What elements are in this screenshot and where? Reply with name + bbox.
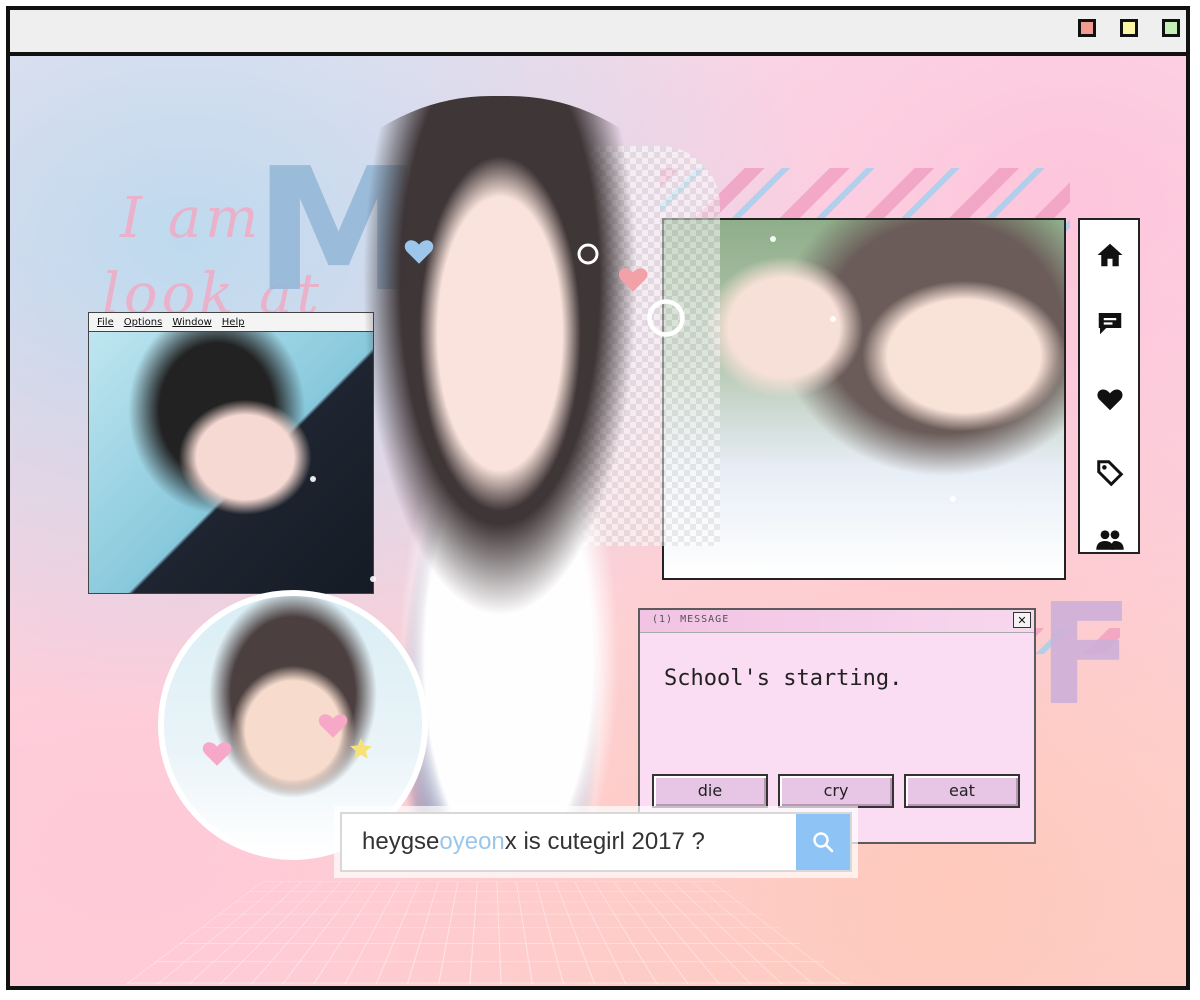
heart-icon[interactable] (1095, 384, 1125, 414)
search-icon (813, 832, 834, 853)
circle-outline-icon-large (647, 299, 685, 337)
background-grid (125, 881, 855, 985)
chat-icon[interactable] (1095, 308, 1125, 338)
search-query-part3: x is cutegirl 2017 ? (504, 828, 705, 855)
sparkle (950, 496, 956, 502)
message-dialog-title: (1) MESSAGE (652, 614, 730, 625)
maximize-window-button[interactable] (1162, 19, 1180, 37)
collage-canvas: I am look at File Options Window Help F … (10, 56, 1186, 986)
window-titlebar (10, 10, 1186, 56)
script-text-line1: I am (120, 186, 263, 251)
search-query-part1: heygse (362, 828, 440, 855)
search-query-part2: oyeon (439, 828, 505, 855)
message-dialog-titlebar: (1) MESSAGE ✕ (640, 610, 1034, 633)
menu-options[interactable]: Options (124, 317, 163, 328)
search-bar[interactable]: heygseoyeonx is cutegirl 2017 ? (340, 812, 852, 872)
sparkle (830, 316, 836, 322)
cry-button[interactable]: cry (778, 774, 894, 808)
sparkle (530, 676, 536, 682)
message-dialog: (1) MESSAGE ✕ School's starting. die cry… (638, 608, 1036, 844)
big-letter-f: F (1038, 574, 1134, 737)
message-close-button[interactable]: ✕ (1013, 612, 1031, 628)
eat-button[interactable]: eat (904, 774, 1020, 808)
die-button[interactable]: die (652, 774, 768, 808)
users-icon[interactable] (1095, 526, 1125, 556)
menu-file[interactable]: File (97, 317, 114, 328)
close-window-button[interactable] (1078, 19, 1096, 37)
menu-window[interactable]: Window (172, 317, 211, 328)
search-button[interactable] (796, 814, 850, 870)
sparkle (770, 236, 776, 242)
browser-window: I am look at File Options Window Help F … (6, 6, 1190, 990)
search-input[interactable]: heygseoyeonx is cutegirl 2017 ? (362, 828, 705, 856)
sparkle (370, 576, 376, 582)
sparkle (310, 476, 316, 482)
pink-heart-sticker-icon-left (202, 742, 232, 766)
blue-heart-icon (404, 240, 434, 264)
side-toolbar (1078, 218, 1140, 554)
home-icon[interactable] (1095, 240, 1125, 270)
message-body-text: School's starting. (664, 666, 903, 691)
right-photo-window (662, 218, 1066, 580)
pink-heart-icon (618, 268, 648, 292)
tag-icon[interactable] (1095, 458, 1125, 488)
yellow-star-icon (350, 738, 372, 759)
minimize-window-button[interactable] (1120, 19, 1138, 37)
pink-heart-sticker-icon (318, 714, 348, 738)
menu-help[interactable]: Help (222, 317, 245, 328)
circle-outline-icon (577, 243, 599, 265)
